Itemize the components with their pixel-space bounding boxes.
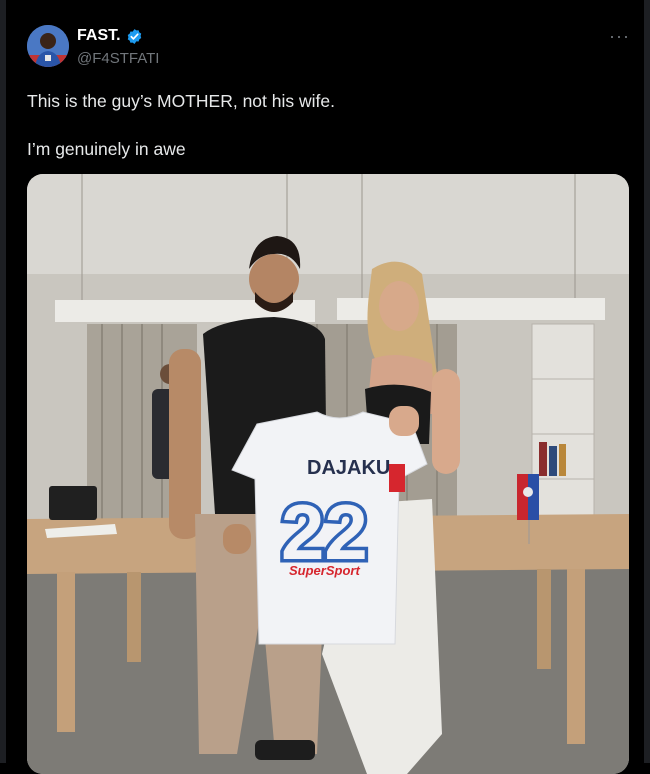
avatar[interactable] [27, 25, 69, 67]
tweet-media-photo[interactable]: DAJAKU 22 SuperSport [27, 174, 629, 774]
author-name-row: FAST. [77, 27, 143, 45]
jersey-sponsor: SuperSport [289, 563, 360, 578]
jersey-name: DAJAKU [307, 457, 390, 479]
display-name[interactable]: FAST. [77, 27, 121, 45]
verified-badge-icon [126, 28, 143, 45]
tweet: FAST. @F4STFATI ··· This is the guy’s MO… [0, 0, 650, 774]
more-options-icon[interactable]: ··· [609, 26, 630, 47]
author-handle[interactable]: @F4STFATI [77, 50, 159, 67]
tweet-text: This is the guy’s MOTHER, not his wife. … [27, 91, 335, 159]
